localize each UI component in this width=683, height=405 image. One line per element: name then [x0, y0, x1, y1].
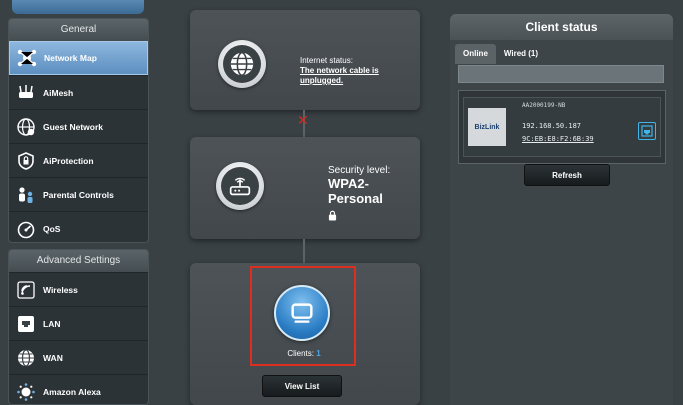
sidebar-item-parental-controls[interactable]: Parental Controls: [9, 177, 148, 211]
sidebar-top-tab[interactable]: [12, 0, 144, 14]
sidebar-item-label: Wireless: [43, 284, 78, 295]
sidebar: General Network Map AiMesh Guest Network…: [8, 0, 149, 405]
parental-controls-icon: [15, 184, 37, 206]
disconnected-x-icon: ✕: [297, 112, 309, 128]
refresh-button[interactable]: Refresh: [524, 164, 610, 186]
wireless-icon: [15, 279, 37, 301]
connector-line: [303, 239, 305, 263]
sidebar-item-label: AiProtection: [43, 155, 94, 166]
guest-network-icon: [15, 116, 37, 138]
wired-connection-icon[interactable]: [638, 122, 656, 140]
sidebar-item-label: AiMesh: [43, 87, 74, 98]
sidebar-advanced-section: Advanced Settings Wireless LAN WAN Amazo…: [8, 249, 149, 405]
sidebar-item-label: Amazon Alexa: [43, 386, 101, 397]
internet-status-label: Internet status:: [300, 56, 353, 65]
security-level-value: WPA2-Personal: [328, 176, 383, 206]
sidebar-item-wan[interactable]: WAN: [9, 340, 148, 374]
router-status-card[interactable]: Security level: WPA2-Personal: [190, 137, 420, 239]
client-list-item[interactable]: BizLink AA2000199-NB 192.168.50.187 9C:E…: [463, 97, 661, 157]
view-list-button[interactable]: View List: [262, 375, 342, 397]
router-button[interactable]: [216, 162, 264, 210]
sidebar-item-network-map[interactable]: Network Map: [9, 41, 148, 75]
shield-icon: [15, 150, 37, 172]
client-status-panel: Client status Online Wired (1) BizLink A…: [450, 14, 673, 405]
network-map-area: Internet status: The network cable is un…: [160, 0, 437, 405]
client-mac-link[interactable]: 9C:EB:E8:F2:6B:39: [522, 135, 594, 143]
lock-icon: [328, 208, 420, 226]
internet-status-card[interactable]: Internet status: The network cable is un…: [190, 10, 420, 110]
client-status-title: Client status: [450, 14, 673, 40]
alexa-icon: [15, 381, 37, 403]
sidebar-advanced-header: Advanced Settings: [9, 250, 148, 272]
client-filter-input[interactable]: [458, 65, 664, 83]
tab-online[interactable]: Online: [455, 44, 496, 64]
wan-globe-icon: [15, 347, 37, 369]
client-list: BizLink AA2000199-NB 192.168.50.187 9C:E…: [458, 90, 666, 164]
sidebar-item-qos[interactable]: QoS: [9, 211, 148, 245]
client-vendor-logo: BizLink: [468, 108, 506, 146]
network-map-icon: [16, 47, 38, 69]
client-logo-text: BizLink: [474, 123, 500, 131]
client-name: AA2000199-NB: [522, 102, 566, 109]
client-ip: 192.168.50.187: [522, 122, 582, 130]
sidebar-item-label: Parental Controls: [43, 189, 114, 200]
tab-wired[interactable]: Wired (1): [496, 44, 546, 64]
sidebar-item-wireless[interactable]: Wireless: [9, 272, 148, 306]
sidebar-item-aiprotection[interactable]: AiProtection: [9, 143, 148, 177]
qos-gauge-icon: [15, 218, 37, 240]
security-level-label: Security level:: [328, 165, 391, 176]
sidebar-item-label: Network Map: [44, 53, 97, 63]
sidebar-item-label: LAN: [43, 318, 61, 329]
internet-globe-button[interactable]: [218, 40, 266, 88]
sidebar-item-aimesh[interactable]: AiMesh: [9, 75, 148, 109]
clients-highlight-box: [250, 266, 356, 366]
sidebar-general-section: General Network Map AiMesh Guest Network…: [8, 18, 149, 243]
internet-status-link[interactable]: The network cable is unplugged.: [300, 66, 410, 86]
sidebar-item-amazon-alexa[interactable]: Amazon Alexa: [9, 374, 148, 405]
security-info: Security level: WPA2-Personal: [328, 165, 420, 226]
sidebar-item-label: QoS: [43, 223, 61, 234]
client-status-tabs: Online Wired (1): [455, 44, 546, 64]
sidebar-general-header: General: [9, 19, 148, 41]
globe-icon: [230, 52, 254, 76]
lan-icon: [15, 313, 37, 335]
sidebar-item-label: WAN: [43, 352, 63, 363]
sidebar-item-lan[interactable]: LAN: [9, 306, 148, 340]
router-icon: [229, 177, 251, 196]
sidebar-item-label: Guest Network: [43, 121, 103, 132]
sidebar-item-guest-network[interactable]: Guest Network: [9, 109, 148, 143]
internet-status-text: Internet status: The network cable is un…: [300, 56, 410, 86]
aimesh-icon: [15, 82, 37, 104]
